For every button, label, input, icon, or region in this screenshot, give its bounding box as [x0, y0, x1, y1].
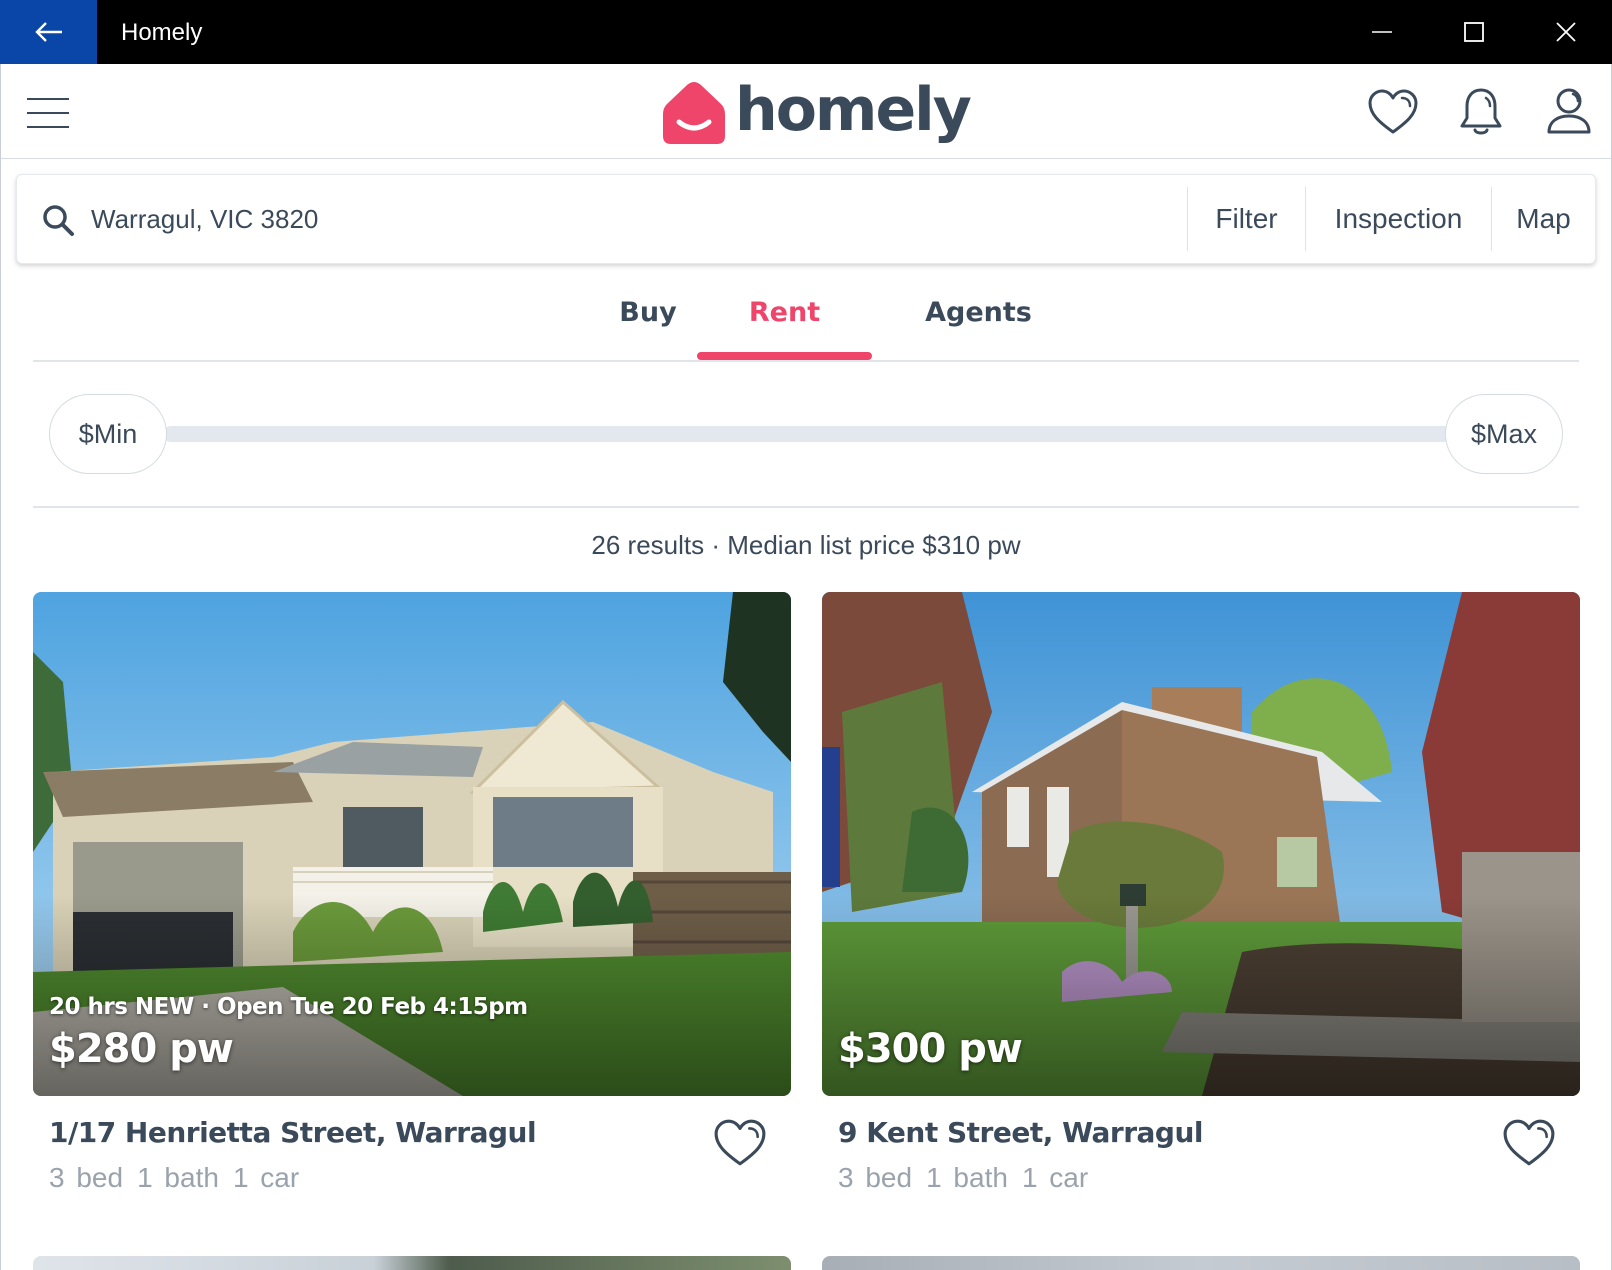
search-bar: Warragul, VIC 3820 Filter Inspection Map [16, 174, 1596, 264]
min-price-handle[interactable]: $Min [49, 394, 167, 474]
bed-count: 3 bed [838, 1162, 913, 1193]
listing-tag: 20 hrs NEW · Open Tue 20 Feb 4:15pm [49, 994, 528, 1020]
close-icon [1556, 22, 1576, 42]
bath-count: 1 bath [926, 1162, 1008, 1193]
hamburger-icon[interactable] [27, 98, 69, 128]
map-button[interactable]: Map [1491, 187, 1595, 251]
save-listing-button[interactable] [713, 1118, 769, 1174]
listing-type-tabs: Buy Rent Agents [33, 280, 1579, 362]
house-photo [33, 592, 791, 1096]
listing-card[interactable]: $300 pw 9 Kent Street, Warragul 3 bed 1 b… [822, 592, 1580, 1212]
minimize-button[interactable] [1336, 0, 1428, 64]
house-photo [822, 592, 1580, 1096]
user-icon [1547, 88, 1591, 134]
listing-card-peek[interactable] [822, 1256, 1580, 1270]
listing-price: $300 pw [838, 1026, 1023, 1072]
app-header: homely [0, 64, 1612, 159]
window-border-left [0, 64, 1, 1270]
maximize-button[interactable] [1428, 0, 1520, 64]
listing-card-peek[interactable] [33, 1256, 791, 1270]
active-tab-indicator [697, 352, 872, 360]
heart-icon [1503, 1119, 1555, 1166]
bath-count: 1 bath [137, 1162, 219, 1193]
heart-icon [1368, 89, 1418, 134]
filter-button[interactable]: Filter [1187, 187, 1305, 251]
slider-track[interactable] [163, 426, 1453, 442]
heart-icon [714, 1119, 766, 1166]
listing-address[interactable]: 1/17 Henrietta Street, Warragul [49, 1116, 537, 1149]
car-count: 1 car [1021, 1162, 1089, 1193]
bell-icon [1460, 88, 1502, 135]
bed-count: 3 bed [49, 1162, 124, 1193]
search-input[interactable]: Warragul, VIC 3820 [91, 175, 318, 263]
listing-address[interactable]: 9 Kent Street, Warragul [838, 1116, 1203, 1149]
listing-price: $280 pw [49, 1026, 234, 1072]
favourites-button[interactable] [1365, 84, 1421, 140]
save-listing-button[interactable] [1502, 1118, 1558, 1174]
listing-photo[interactable] [33, 592, 791, 1096]
account-button[interactable] [1541, 84, 1597, 140]
tab-agents[interactable]: Agents [891, 280, 1066, 362]
listing-card[interactable]: 20 hrs NEW · Open Tue 20 Feb 4:15pm $280… [33, 592, 791, 1212]
close-button[interactable] [1520, 0, 1612, 64]
search-icon [43, 205, 74, 236]
minimize-icon [1372, 31, 1392, 33]
price-range-slider: $Min $Max [33, 362, 1579, 508]
notifications-button[interactable] [1453, 84, 1509, 140]
back-button[interactable] [0, 0, 97, 64]
car-count: 1 car [232, 1162, 300, 1193]
title-bar: Homely [0, 0, 1612, 64]
house-smile-icon [663, 82, 725, 144]
logo[interactable]: homely [663, 75, 972, 148]
window-title: Homely [121, 19, 203, 46]
tab-rent[interactable]: Rent [697, 280, 872, 362]
listing-features: 3 bed 1 bath 1 car [49, 1162, 313, 1194]
listing-features: 3 bed 1 bath 1 car [838, 1162, 1102, 1194]
maximize-icon [1464, 22, 1484, 42]
inspection-button[interactable]: Inspection [1305, 187, 1491, 251]
logo-text: homely [735, 75, 972, 145]
listing-photo[interactable] [822, 592, 1580, 1096]
results-summary: 26 results · Median list price $310 pw [591, 530, 1021, 560]
arrow-left-icon [34, 22, 62, 42]
max-price-handle[interactable]: $Max [1445, 394, 1563, 474]
